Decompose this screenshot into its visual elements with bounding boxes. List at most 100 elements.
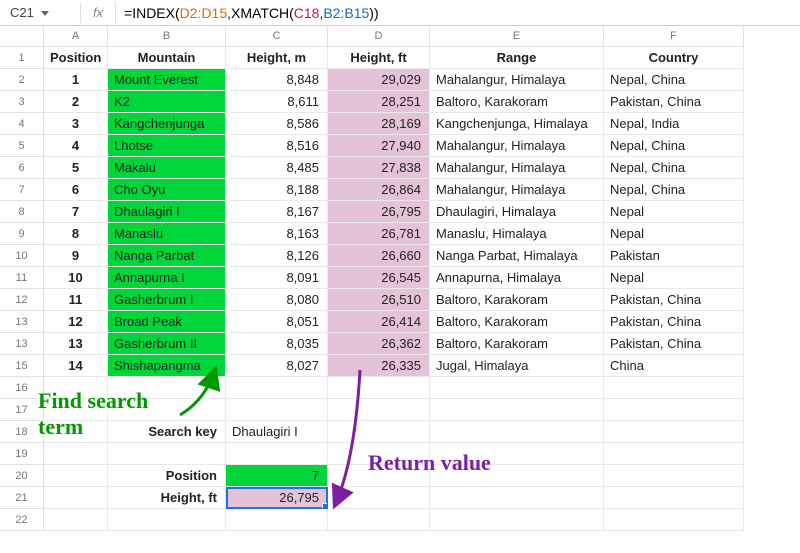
cell-mountain-10[interactable]: Nanga Parbat (108, 245, 226, 267)
cell-mountain-7[interactable]: Cho Oyu (108, 179, 226, 201)
row-header-8[interactable]: 8 (0, 201, 44, 223)
empty-cell[interactable] (44, 421, 108, 443)
label-position[interactable]: Position (108, 465, 226, 487)
cell-range-8[interactable]: Dhaulagiri, Himalaya (430, 201, 604, 223)
row-header-5[interactable]: 5 (0, 135, 44, 157)
cell-height-m-13[interactable]: 8,051 (226, 311, 328, 333)
column-header-A[interactable]: A (44, 26, 108, 47)
cell-range-6[interactable]: Mahalangur, Himalaya (430, 157, 604, 179)
empty-cell[interactable] (44, 399, 108, 421)
value-search-key[interactable]: Dhaulagiri I (226, 421, 328, 443)
cell-height-m-11[interactable]: 8,091 (226, 267, 328, 289)
cell-position-6[interactable]: 5 (44, 157, 108, 179)
cell-mountain-13[interactable]: Broad Peak (108, 311, 226, 333)
row-header-18[interactable]: 18 (0, 421, 44, 443)
cell-height-m-8[interactable]: 8,167 (226, 201, 328, 223)
cell-position-13[interactable]: 12 (44, 311, 108, 333)
cell-mountain-4[interactable]: Kangchenjunga (108, 113, 226, 135)
header-country[interactable]: Country (604, 47, 744, 69)
cell-range-14[interactable]: Baltoro, Karakoram (430, 333, 604, 355)
cell-height-ft-7[interactable]: 26,864 (328, 179, 430, 201)
row-header-21[interactable]: 21 (0, 487, 44, 509)
empty-cell[interactable] (328, 487, 430, 509)
row-header-16[interactable]: 16 (0, 377, 44, 399)
cell-height-ft-9[interactable]: 26,781 (328, 223, 430, 245)
cell-country-15[interactable]: China (604, 355, 744, 377)
cell-position-9[interactable]: 8 (44, 223, 108, 245)
header-range[interactable]: Range (430, 47, 604, 69)
value-height-ft-selected[interactable]: 26,795 (226, 487, 328, 509)
cell-height-ft-11[interactable]: 26,545 (328, 267, 430, 289)
cell-height-ft-8[interactable]: 26,795 (328, 201, 430, 223)
cell-mountain-14[interactable]: Gasherbrum II (108, 333, 226, 355)
empty-cell[interactable] (226, 399, 328, 421)
cell-country-12[interactable]: Pakistan, China (604, 289, 744, 311)
cell-mountain-15[interactable]: Shishapangma (108, 355, 226, 377)
cell-range-2[interactable]: Mahalangur, Himalaya (430, 69, 604, 91)
empty-cell[interactable] (328, 421, 430, 443)
empty-cell[interactable] (604, 443, 744, 465)
empty-cell[interactable] (108, 377, 226, 399)
cell-range-4[interactable]: Kangchenjunga, Himalaya (430, 113, 604, 135)
empty-cell[interactable] (44, 487, 108, 509)
row-header-11[interactable]: 11 (0, 267, 44, 289)
cell-range-5[interactable]: Mahalangur, Himalaya (430, 135, 604, 157)
empty-cell[interactable] (604, 487, 744, 509)
empty-cell[interactable] (328, 377, 430, 399)
cell-country-2[interactable]: Nepal, China (604, 69, 744, 91)
row-header-22[interactable]: 22 (0, 509, 44, 531)
cell-range-10[interactable]: Nanga Parbat, Himalaya (430, 245, 604, 267)
empty-cell[interactable] (226, 509, 328, 531)
cell-height-m-7[interactable]: 8,188 (226, 179, 328, 201)
empty-cell[interactable] (604, 421, 744, 443)
cell-range-7[interactable]: Mahalangur, Himalaya (430, 179, 604, 201)
column-header-D[interactable]: D (328, 26, 430, 47)
empty-cell[interactable] (108, 443, 226, 465)
cell-position-2[interactable]: 1 (44, 69, 108, 91)
empty-cell[interactable] (44, 377, 108, 399)
empty-cell[interactable] (44, 443, 108, 465)
cell-mountain-12[interactable]: Gasherbrum I (108, 289, 226, 311)
column-header-F[interactable]: F (604, 26, 744, 47)
cell-mountain-8[interactable]: Dhaulagiri I (108, 201, 226, 223)
cell-height-m-14[interactable]: 8,035 (226, 333, 328, 355)
cell-height-ft-10[interactable]: 26,660 (328, 245, 430, 267)
cell-country-8[interactable]: Nepal (604, 201, 744, 223)
row-header-4[interactable]: 4 (0, 113, 44, 135)
header-position[interactable]: Position (44, 47, 108, 69)
cell-height-m-15[interactable]: 8,027 (226, 355, 328, 377)
row-header-7[interactable]: 7 (0, 179, 44, 201)
name-box-dropdown-icon[interactable] (41, 11, 49, 16)
cell-country-3[interactable]: Pakistan, China (604, 91, 744, 113)
row-header-2[interactable]: 2 (0, 69, 44, 91)
column-header-C[interactable]: C (226, 26, 328, 47)
cell-height-ft-3[interactable]: 28,251 (328, 91, 430, 113)
cell-range-9[interactable]: Manaslu, Himalaya (430, 223, 604, 245)
row-header-10[interactable]: 10 (0, 245, 44, 267)
row-header-1[interactable]: 1 (0, 47, 44, 69)
cell-height-m-9[interactable]: 8,163 (226, 223, 328, 245)
corner-cell[interactable] (0, 26, 44, 47)
cell-position-7[interactable]: 6 (44, 179, 108, 201)
empty-cell[interactable] (430, 377, 604, 399)
column-header-E[interactable]: E (430, 26, 604, 47)
cell-mountain-3[interactable]: K2 (108, 91, 226, 113)
cell-height-ft-13[interactable]: 26,414 (328, 311, 430, 333)
header-height-m[interactable]: Height, m (226, 47, 328, 69)
empty-cell[interactable] (430, 421, 604, 443)
cell-position-12[interactable]: 11 (44, 289, 108, 311)
empty-cell[interactable] (44, 465, 108, 487)
cell-position-11[interactable]: 10 (44, 267, 108, 289)
cell-country-4[interactable]: Nepal, India (604, 113, 744, 135)
column-header-B[interactable]: B (108, 26, 226, 47)
row-header-17[interactable]: 17 (0, 399, 44, 421)
cell-country-5[interactable]: Nepal, China (604, 135, 744, 157)
cell-height-ft-14[interactable]: 26,362 (328, 333, 430, 355)
row-header-15[interactable]: 15 (0, 355, 44, 377)
cell-height-m-12[interactable]: 8,080 (226, 289, 328, 311)
empty-cell[interactable] (328, 443, 430, 465)
row-header-13[interactable]: 13 (0, 311, 44, 333)
empty-cell[interactable] (604, 399, 744, 421)
cell-country-9[interactable]: Nepal (604, 223, 744, 245)
cell-position-14[interactable]: 13 (44, 333, 108, 355)
